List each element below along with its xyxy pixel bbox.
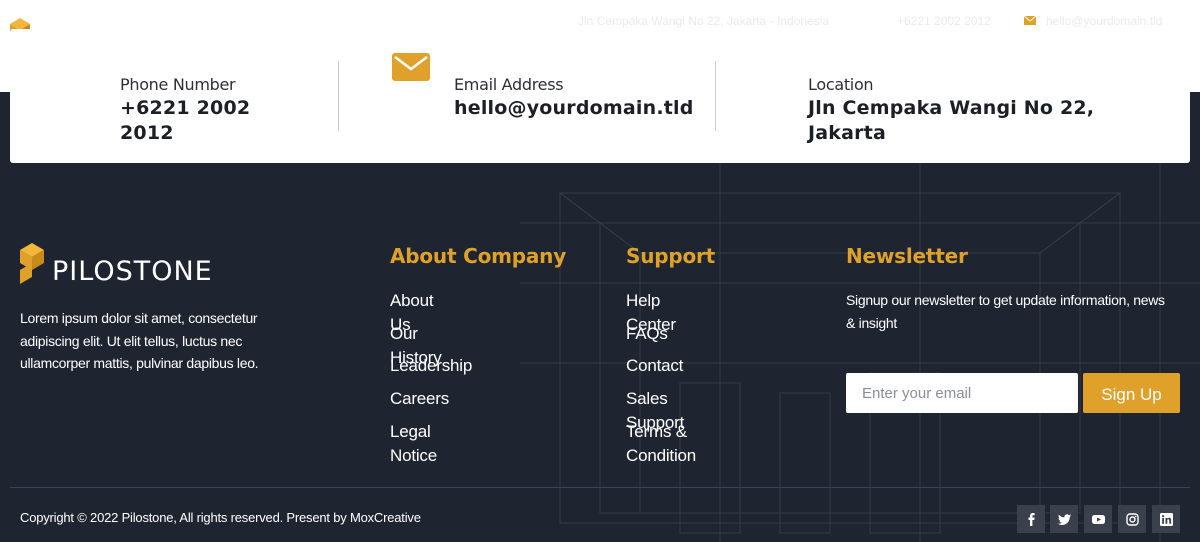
brand-name[interactable]: PILOSTONE <box>52 256 213 287</box>
link-legal-notice[interactable]: Legal Notice <box>390 420 446 468</box>
brand-description: Lorem ipsum dolor sit amet, consectetur … <box>20 310 259 371</box>
newsletter-title: Newsletter <box>846 244 968 268</box>
envelope-icon <box>392 53 430 81</box>
twitter-icon[interactable] <box>1050 505 1078 533</box>
footer-divider <box>10 487 1190 488</box>
location-label: Location <box>808 75 874 94</box>
phone-value-line2[interactable]: 2012 <box>120 121 174 146</box>
newsletter-email-input[interactable] <box>846 373 1078 413</box>
location-value-line2: Jakarta <box>808 122 887 144</box>
email-value[interactable]: hello@yourdomain.tld <box>454 96 694 121</box>
facebook-icon[interactable] <box>1017 505 1045 533</box>
link-contact[interactable]: Contact <box>626 354 683 378</box>
link-leadership[interactable]: Leadership <box>390 354 472 378</box>
support-title: Support <box>626 244 716 268</box>
contact-info-card: Phone Number +6221 2002 2012 Email Addre… <box>10 29 1190 163</box>
background-line-art <box>520 163 1200 542</box>
linkedin-icon[interactable] <box>1152 505 1180 533</box>
instagram-icon[interactable] <box>1118 505 1146 533</box>
contact-divider <box>338 61 339 131</box>
pilostone-logo-icon[interactable] <box>20 243 46 289</box>
topbar-email[interactable]: hello@yourdomain.tld <box>1046 14 1162 28</box>
location-value-line1: Jln Cempaka Wangi No 22, <box>808 97 1095 119</box>
link-careers[interactable]: Careers <box>390 387 449 411</box>
mail-icon <box>1024 16 1036 25</box>
link-faqs[interactable]: FAQs <box>626 322 668 346</box>
youtube-icon[interactable] <box>1084 505 1112 533</box>
phone-label: Phone Number <box>120 75 236 94</box>
email-label: Email Address <box>454 75 564 94</box>
copyright-text: Copyright © 2022 Pilostone, All rights r… <box>20 510 421 525</box>
link-terms-condition[interactable]: Terms & Condition <box>626 420 706 468</box>
topbar-phone[interactable]: +6221 2002 2012 <box>897 14 991 28</box>
signup-button[interactable]: Sign Up <box>1083 373 1180 413</box>
topbar-address: Jln Cempaka Wangi No 22, Jakarta - Indon… <box>578 14 830 28</box>
contact-divider <box>715 61 716 131</box>
phone-value-line1[interactable]: +6221 2002 <box>120 96 250 121</box>
newsletter-description: Signup our newsletter to get update info… <box>846 292 1165 331</box>
about-company-title: About Company <box>390 244 567 268</box>
